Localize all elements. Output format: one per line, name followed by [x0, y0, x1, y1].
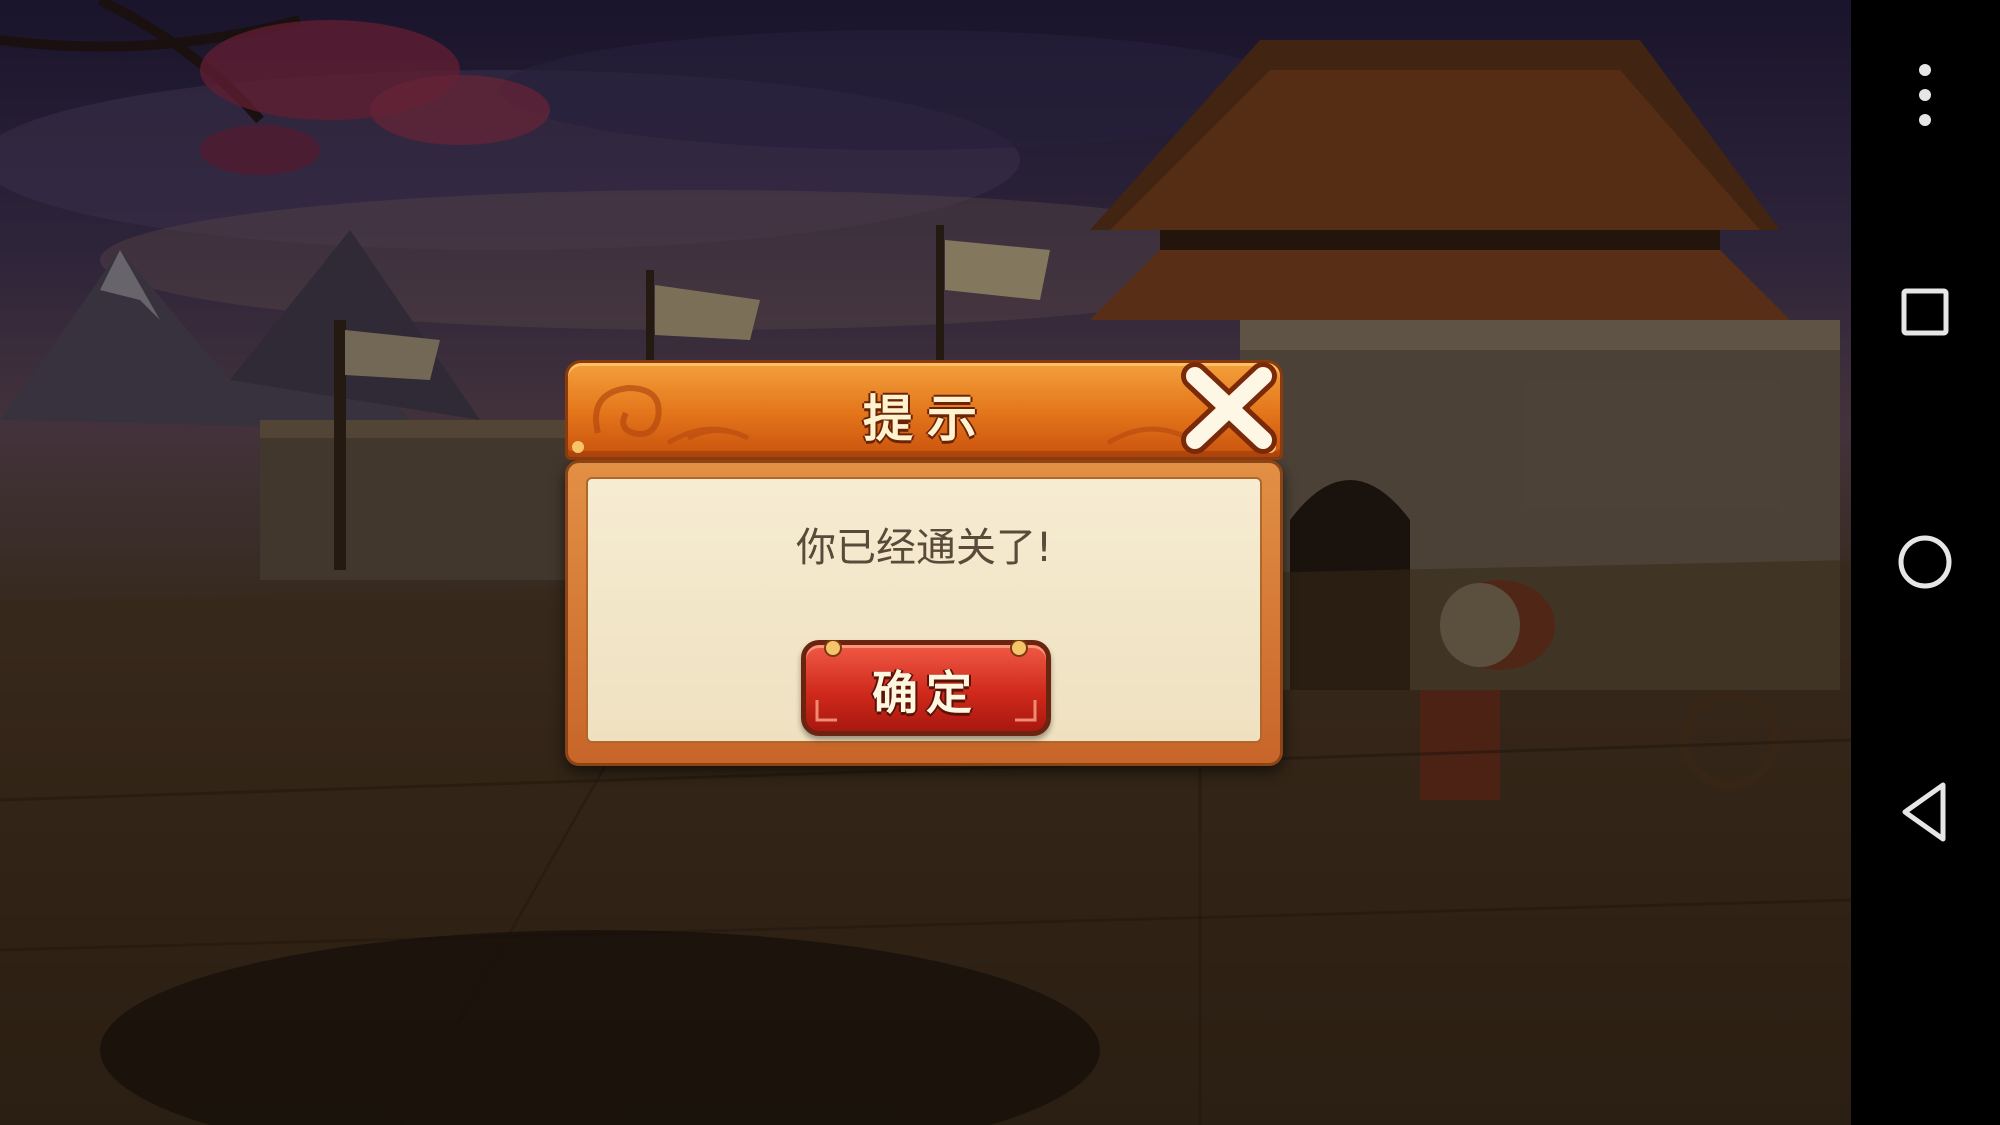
overflow-menu-button[interactable] — [1851, 40, 2000, 150]
close-button[interactable] — [1177, 360, 1281, 456]
home-button[interactable] — [1851, 507, 2000, 617]
screen: 提示 你已经通关了! 确定 — [0, 0, 2000, 1125]
android-nav-bar — [1851, 0, 2000, 1125]
back-button[interactable] — [1851, 757, 2000, 867]
triangle-back-icon — [1902, 782, 1946, 842]
circle-icon — [1898, 535, 1952, 589]
notice-dialog: 提示 你已经通关了! 确定 — [565, 360, 1283, 766]
dialog-header: 提示 — [565, 360, 1283, 460]
confirm-button[interactable]: 确定 — [801, 640, 1051, 736]
close-x-icon — [1181, 362, 1277, 454]
confirm-label: 确定 — [872, 666, 980, 720]
recents-button[interactable] — [1851, 257, 2000, 367]
dialog-message: 你已经通关了! — [795, 525, 1053, 571]
square-icon — [1901, 288, 1949, 336]
game-scene: 提示 你已经通关了! 确定 — [0, 0, 1851, 1125]
vertical-ellipsis-icon — [1919, 64, 1931, 126]
